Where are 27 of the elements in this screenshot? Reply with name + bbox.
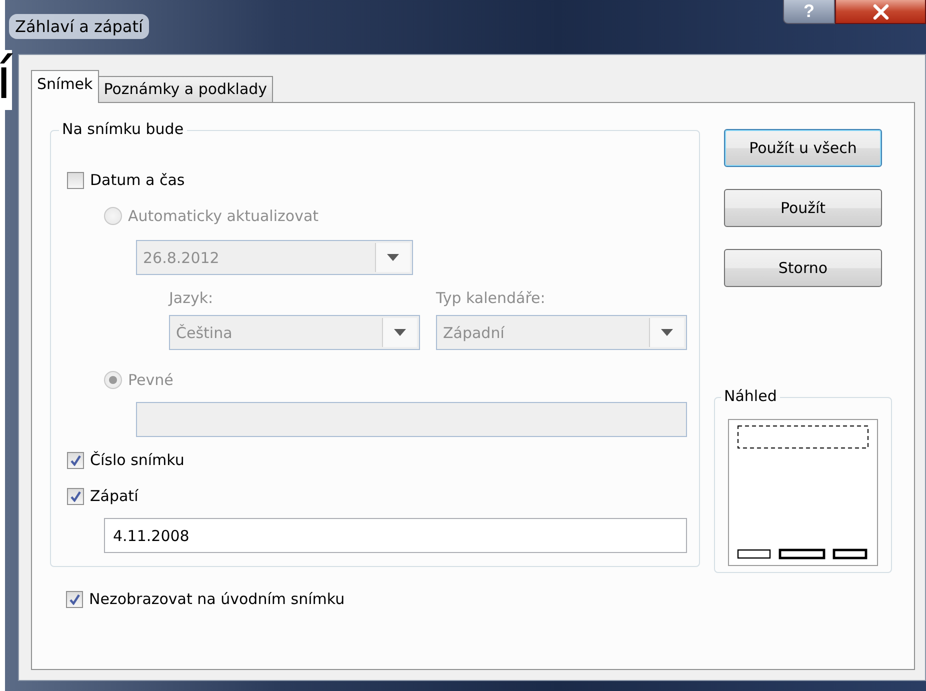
checkbox[interactable] [67, 172, 84, 188]
dropdown-arrow-icon [394, 329, 406, 336]
checkbox[interactable] [66, 590, 83, 608]
radio-label: Pevné [128, 371, 174, 389]
checkbox-label: Zápatí [90, 487, 138, 505]
checkbox-label: Číslo snímku [90, 451, 184, 469]
tab[interactable]: Poznámky a podklady [98, 76, 274, 103]
dialog-button[interactable]: Storno [724, 249, 882, 287]
radio-label: Automaticky aktualizovat [128, 207, 319, 225]
close-icon [872, 4, 890, 20]
tab[interactable]: Snímek [31, 70, 99, 103]
dropdown: Západní [436, 315, 687, 350]
close-button[interactable] [835, 0, 926, 24]
dropdown-arrow-icon [661, 329, 673, 336]
checkbox-label: Nezobrazovat na úvodním snímku [89, 590, 345, 608]
window-title: Záhlaví a zápatí [9, 14, 149, 39]
dropdown: 26.8.2012 [136, 240, 413, 275]
dropdown-arrow-icon [387, 254, 399, 261]
checkbox-label: Datum a čas [90, 171, 185, 189]
checkbox[interactable] [67, 452, 84, 468]
dropdown-label: Typ kalendáře: [436, 289, 546, 309]
checkbox[interactable] [67, 488, 84, 504]
dialog-button[interactable]: Použít [724, 189, 882, 227]
dropdown: Čeština [169, 315, 420, 350]
text-field[interactable]: 4.11.2008 [104, 518, 687, 553]
dialog-button[interactable]: Použít u všech [724, 129, 882, 167]
dropdown-label: Jazyk: [169, 289, 214, 309]
